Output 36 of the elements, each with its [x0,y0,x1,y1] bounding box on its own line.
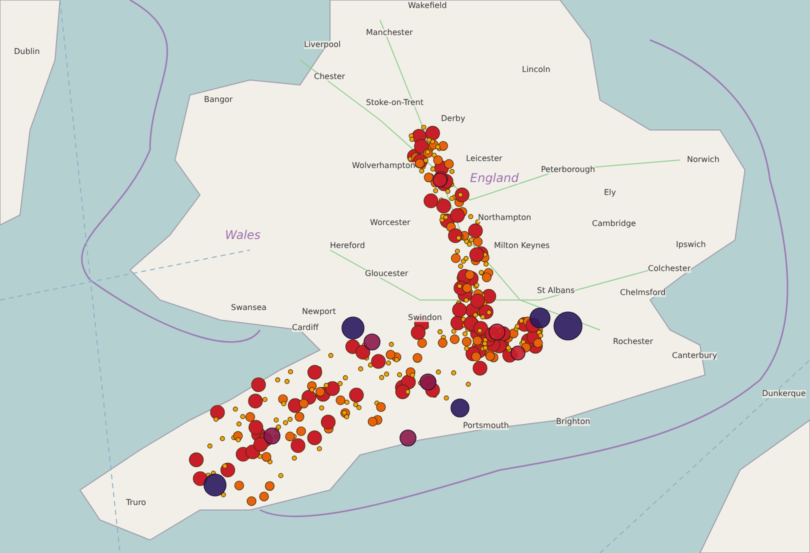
place-label: Brighton [556,418,590,426]
place-label: Northampton [478,214,532,222]
place-label: Cardiff [292,324,318,332]
region-label: Wales [225,229,261,241]
place-label: Cambridge [592,220,636,228]
place-label: Worcester [370,219,410,227]
place-label: Swindon [408,314,442,322]
place-label: Canterbury [672,352,718,360]
place-label: Dunkerque [762,390,806,398]
place-label: Ely [604,189,616,197]
place-label: Chester [314,73,346,81]
place-label: Dublin [14,48,40,56]
place-label: Newport [302,308,336,316]
place-label: Derby [441,115,466,123]
place-label: Rochester [613,338,653,346]
place-label: Colchester [648,265,691,273]
place-label: Stoke-on-Trent [366,99,424,107]
place-label: Norwich [687,156,720,164]
place-label: Ipswich [676,241,706,249]
place-label: Milton Keynes [494,242,550,250]
place-label: Swansea [231,304,267,312]
place-label: Chelmsford [620,289,666,297]
place-label: Wolverhampton [352,162,416,170]
place-label: Leicester [466,155,502,163]
place-label: Peterborough [541,166,596,174]
place-label: Lincoln [522,66,550,74]
place-label: Wakefield [408,2,447,10]
place-label: Hereford [330,242,365,250]
place-label: Bangor [204,96,233,104]
place-label: Truro [126,499,146,507]
region-label: England [470,172,519,184]
place-label: Portsmouth [463,422,509,430]
place-label: Manchester [366,29,413,37]
place-label: Liverpool [304,41,341,49]
place-label: St Albans [537,287,575,295]
place-label: Gloucester [365,270,408,278]
